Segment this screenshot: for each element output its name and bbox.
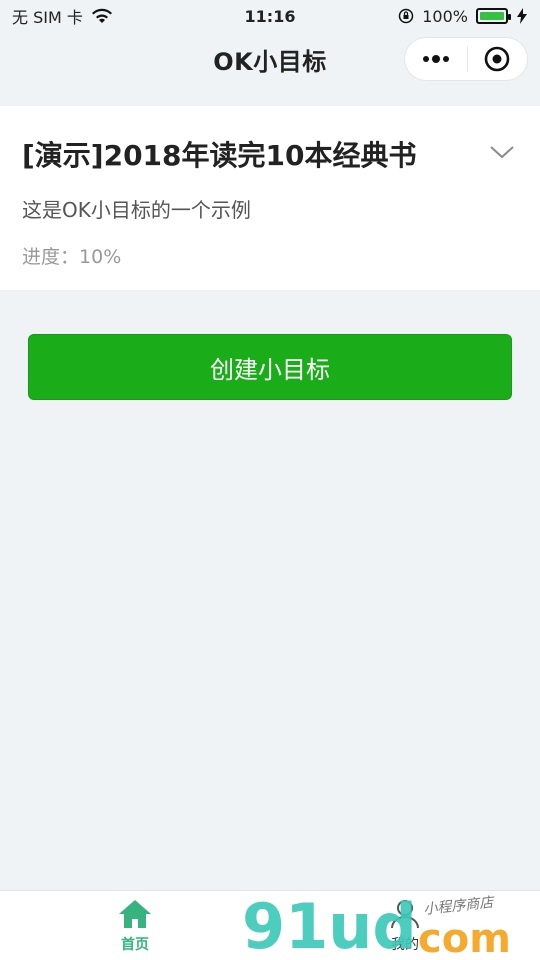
tab-bar: 首页 我的 <box>0 890 540 960</box>
app-root: 无 SIM 卡 11:16 100% OK小目标 [演示]2018年读完10本经… <box>0 0 540 960</box>
close-target-icon[interactable] <box>483 45 511 73</box>
charging-bolt-icon <box>517 8 527 24</box>
chevron-down-icon[interactable] <box>488 138 516 166</box>
capsule-divider <box>466 46 468 72</box>
battery-icon <box>476 8 511 24</box>
wifi-icon <box>91 8 112 23</box>
battery-percent: 100% <box>422 6 468 26</box>
rotation-lock-icon <box>399 8 414 24</box>
tab-mine[interactable]: 我的 <box>270 891 540 960</box>
home-icon <box>119 900 151 928</box>
goal-progress: 进度：10% <box>22 242 121 269</box>
status-bar: 无 SIM 卡 11:16 100% <box>0 0 540 32</box>
capsule-menu <box>404 37 528 81</box>
nav-bar: OK小目标 <box>0 32 540 86</box>
status-left: 无 SIM 卡 <box>12 4 113 28</box>
create-goal-button[interactable]: 创建小目标 <box>28 334 512 400</box>
status-time: 11:16 <box>244 6 296 26</box>
carrier-text: 无 SIM 卡 <box>12 8 83 27</box>
status-right: 100% <box>398 7 528 26</box>
page-title: OK小目标 <box>213 47 327 76</box>
user-icon <box>391 900 419 929</box>
battery-cap <box>508 14 511 20</box>
progress-label: 进度： <box>22 246 80 268</box>
battery-fill <box>480 12 504 20</box>
goal-card[interactable]: [演示]2018年读完10本经典书 这是OK小目标的一个示例 进度：10% <box>0 106 540 290</box>
tab-home[interactable]: 首页 <box>0 891 270 960</box>
goal-title: [演示]2018年读完10本经典书 <box>22 139 417 172</box>
more-icon[interactable] <box>421 54 451 64</box>
progress-value: 10% <box>79 246 122 268</box>
tab-mine-label: 我的 <box>391 937 419 953</box>
goal-description: 这是OK小目标的一个示例 <box>22 198 251 222</box>
tab-home-label: 首页 <box>121 937 149 953</box>
